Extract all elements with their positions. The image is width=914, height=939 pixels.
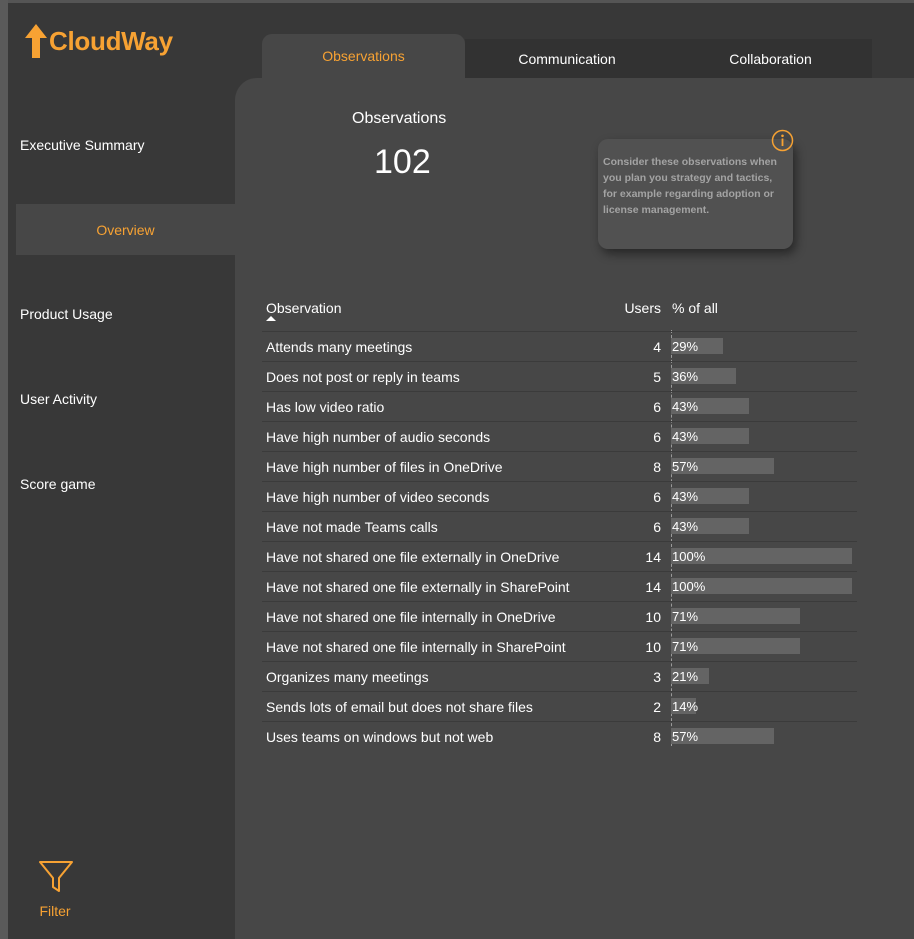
observation-cell: Have not made Teams calls — [266, 519, 438, 535]
users-cell: 2 — [653, 699, 661, 715]
table-row[interactable]: Have not shared one file externally in S… — [262, 572, 857, 602]
arrow-up-icon — [25, 24, 47, 58]
users-cell: 10 — [645, 609, 661, 625]
filter-button[interactable]: Filter — [36, 860, 76, 919]
observation-cell: Has low video ratio — [266, 399, 385, 415]
percent-cell: 14% — [671, 698, 852, 714]
table-row[interactable]: Attends many meetings 4 29% — [262, 332, 857, 362]
users-cell: 14 — [645, 549, 661, 565]
users-cell: 8 — [653, 729, 661, 745]
percent-cell: 21% — [671, 668, 852, 684]
table-row[interactable]: Have high number of video seconds 6 43% — [262, 482, 857, 512]
percent-label: 71% — [672, 639, 699, 654]
table-row[interactable]: Have not shared one file internally in O… — [262, 602, 857, 632]
percent-cell: 43% — [671, 488, 852, 504]
tab-observations[interactable]: Observations — [262, 34, 465, 78]
observation-cell: Have not shared one file externally in S… — [266, 579, 570, 595]
observation-cell: Have not shared one file internally in S… — [266, 639, 566, 655]
table-row[interactable]: Have not made Teams calls 6 43% — [262, 512, 857, 542]
percent-label: 57% — [672, 729, 699, 744]
percent-label: 43% — [672, 489, 699, 504]
sidebar: CloudWay Executive Summary Overview Prod… — [0, 0, 235, 939]
tab-communication[interactable]: Communication — [465, 39, 669, 78]
table-header: Observation Users % of all — [262, 297, 857, 332]
percent-cell: 71% — [671, 638, 852, 654]
column-header-percent[interactable]: % of all — [672, 300, 718, 316]
column-header-users[interactable]: Users — [624, 300, 661, 316]
percent-cell: 43% — [671, 518, 852, 534]
observation-cell: Attends many meetings — [266, 339, 413, 355]
observation-cell: Have not shared one file externally in O… — [266, 549, 560, 565]
observation-cell: Have high number of video seconds — [266, 489, 490, 505]
percent-label: 43% — [672, 519, 699, 534]
users-cell: 6 — [653, 429, 661, 445]
table-row[interactable]: Has low video ratio 6 43% — [262, 392, 857, 422]
observations-table: Observation Users % of all Attends many … — [262, 297, 857, 751]
percent-label: 36% — [672, 369, 699, 384]
percent-cell: 100% — [671, 578, 852, 594]
sidebar-item-overview[interactable]: Overview — [16, 204, 235, 255]
observation-cell: Does not post or reply in teams — [266, 369, 460, 385]
users-cell: 5 — [653, 369, 661, 385]
table-row[interactable]: Organizes many meetings 3 21% — [262, 662, 857, 692]
percent-cell: 100% — [671, 548, 852, 564]
kpi-title: Observations — [352, 110, 447, 127]
table-row[interactable]: Have high number of audio seconds 6 43% — [262, 422, 857, 452]
window-left-edge — [0, 0, 8, 939]
percent-label: 43% — [672, 429, 699, 444]
observation-cell: Uses teams on windows but not web — [266, 729, 494, 745]
observation-cell: Organizes many meetings — [266, 669, 429, 685]
percent-cell: 43% — [671, 398, 852, 414]
percent-label: 71% — [672, 609, 699, 624]
table-body: Attends many meetings 4 29% Does not post o… — [262, 332, 857, 751]
users-cell: 3 — [653, 669, 661, 685]
percent-label: 29% — [672, 339, 699, 354]
percent-label: 43% — [672, 399, 699, 414]
table-row[interactable]: Uses teams on windows but not web 8 57% — [262, 722, 857, 751]
info-card-text: Consider these observations when you pla… — [603, 156, 777, 216]
table-row[interactable]: Have not shared one file internally in S… — [262, 632, 857, 662]
tab-bar: Observations Communication Collaboration — [262, 34, 872, 78]
table-row[interactable]: Does not post or reply in teams 5 36% — [262, 362, 857, 392]
users-cell: 6 — [653, 399, 661, 415]
cloudway-logo[interactable]: CloudWay — [25, 23, 173, 59]
users-cell: 6 — [653, 489, 661, 505]
column-header-observation[interactable]: Observation — [266, 300, 341, 316]
percent-cell: 36% — [671, 368, 852, 384]
observation-cell: Have high number of files in OneDrive — [266, 459, 503, 475]
percent-label: 14% — [672, 699, 699, 714]
filter-label: Filter — [39, 903, 71, 919]
percent-label: 57% — [672, 459, 699, 474]
percent-label: 100% — [672, 549, 706, 564]
observation-cell: Have high number of audio seconds — [266, 429, 491, 445]
percent-label: 21% — [672, 669, 699, 684]
percent-cell: 71% — [671, 608, 852, 624]
tab-collaboration[interactable]: Collaboration — [669, 39, 872, 78]
table-row[interactable]: Have not shared one file externally in O… — [262, 542, 857, 572]
percent-label: 100% — [672, 579, 706, 594]
info-card: Consider these observations when you pla… — [598, 139, 793, 249]
users-cell: 6 — [653, 519, 661, 535]
percent-cell: 57% — [671, 458, 852, 474]
percent-cell: 29% — [671, 338, 852, 354]
users-cell: 8 — [653, 459, 661, 475]
funnel-icon — [39, 861, 73, 892]
table-row[interactable]: Sends lots of email but does not share f… — [262, 692, 857, 722]
observation-cell: Sends lots of email but does not share f… — [266, 699, 533, 715]
sort-ascending-icon — [266, 316, 276, 321]
logo-text: CloudWay — [49, 25, 173, 56]
observation-cell: Have not shared one file internally in O… — [266, 609, 556, 625]
percent-cell: 43% — [671, 428, 852, 444]
kpi-value: 102 — [374, 143, 431, 181]
percent-cell: 57% — [671, 728, 852, 744]
users-cell: 4 — [653, 339, 661, 355]
sidebar-item-executive-summary[interactable]: Executive Summary — [20, 137, 144, 153]
users-cell: 14 — [645, 579, 661, 595]
sidebar-item-score-game[interactable]: Score game — [20, 476, 95, 492]
sidebar-item-product-usage[interactable]: Product Usage — [20, 306, 113, 322]
users-cell: 10 — [645, 639, 661, 655]
sidebar-item-user-activity[interactable]: User Activity — [20, 391, 97, 407]
info-icon[interactable] — [771, 129, 794, 152]
table-row[interactable]: Have high number of files in OneDrive 8 57… — [262, 452, 857, 482]
